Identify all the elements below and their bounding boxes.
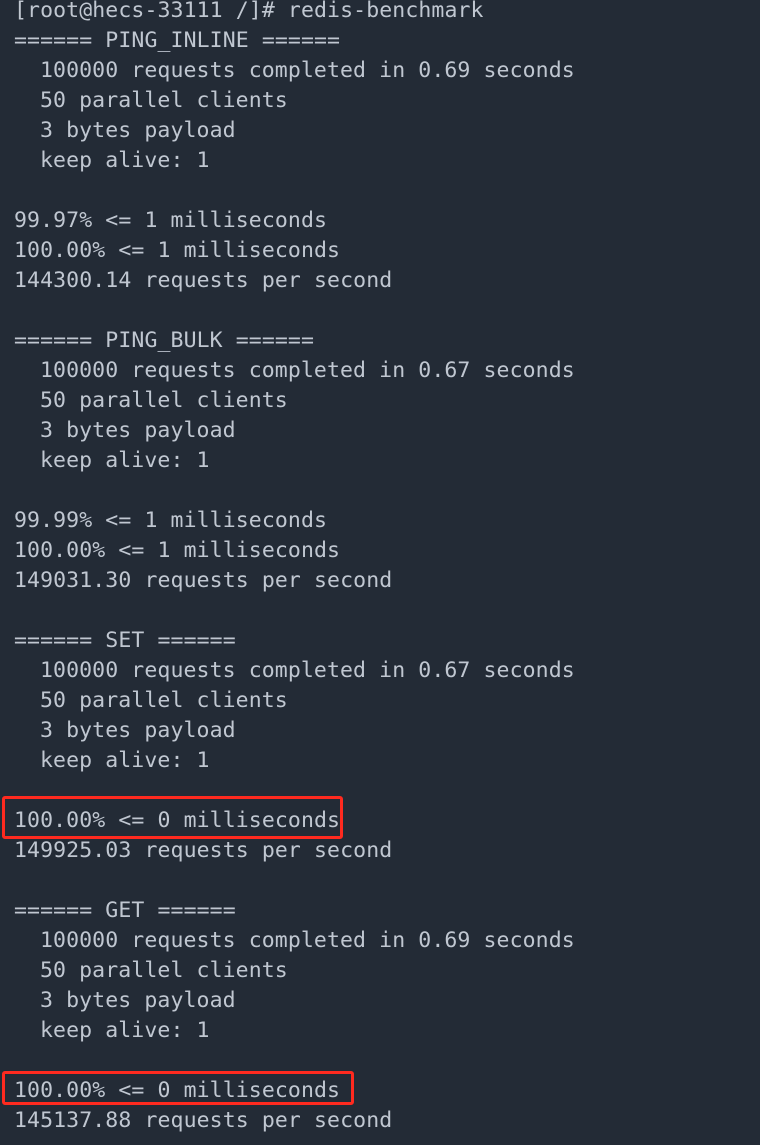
set-header: ====== SET ======: [14, 628, 236, 653]
ping-bulk-parallel-clients: 50 parallel clients: [40, 388, 288, 413]
set-rps: 149925.03 requests per second: [14, 838, 393, 863]
ping-bulk-rps: 149031.30 requests per second: [14, 568, 393, 593]
get-parallel-clients: 50 parallel clients: [40, 958, 288, 983]
ping-bulk-latency-line: 100.00% <= 1 milliseconds: [14, 538, 341, 563]
set-latency-highlight-box: [2, 796, 343, 839]
ping-inline-rps: 144300.14 requests per second: [14, 268, 393, 293]
terminal-window[interactable]: [root@hecs-33111 /]# redis-benchmark ===…: [0, 0, 760, 1145]
ping-bulk-requests-completed: 100000 requests completed in 0.67 second…: [40, 358, 575, 383]
set-parallel-clients: 50 parallel clients: [40, 688, 288, 713]
ping-inline-parallel-clients: 50 parallel clients: [40, 88, 288, 113]
ping-bulk-payload: 3 bytes payload: [40, 418, 236, 443]
get-rps: 145137.88 requests per second: [14, 1108, 393, 1133]
ping-inline-latency-line: 100.00% <= 1 milliseconds: [14, 238, 341, 263]
shell-prompt-line: [root@hecs-33111 /]# redis-benchmark: [14, 0, 484, 23]
ping-inline-payload: 3 bytes payload: [40, 118, 236, 143]
get-payload: 3 bytes payload: [40, 988, 236, 1013]
ping-bulk-keep-alive: keep alive: 1: [40, 448, 210, 473]
get-requests-completed: 100000 requests completed in 0.69 second…: [40, 928, 575, 953]
ping-bulk-latency-line: 99.99% <= 1 milliseconds: [14, 508, 328, 533]
set-requests-completed: 100000 requests completed in 0.67 second…: [40, 658, 575, 683]
set-keep-alive: keep alive: 1: [40, 748, 210, 773]
ping-inline-latency-line: 99.97% <= 1 milliseconds: [14, 208, 328, 233]
ping-bulk-header: ====== PING_BULK ======: [14, 328, 315, 353]
ping-inline-requests-completed: 100000 requests completed in 0.69 second…: [40, 58, 575, 83]
ping-inline-keep-alive: keep alive: 1: [40, 148, 210, 173]
get-latency-highlight-box: [2, 1071, 354, 1105]
ping-inline-header: ====== PING_INLINE ======: [14, 28, 341, 53]
get-keep-alive: keep alive: 1: [40, 1018, 210, 1043]
get-header: ====== GET ======: [14, 898, 236, 923]
set-payload: 3 bytes payload: [40, 718, 236, 743]
